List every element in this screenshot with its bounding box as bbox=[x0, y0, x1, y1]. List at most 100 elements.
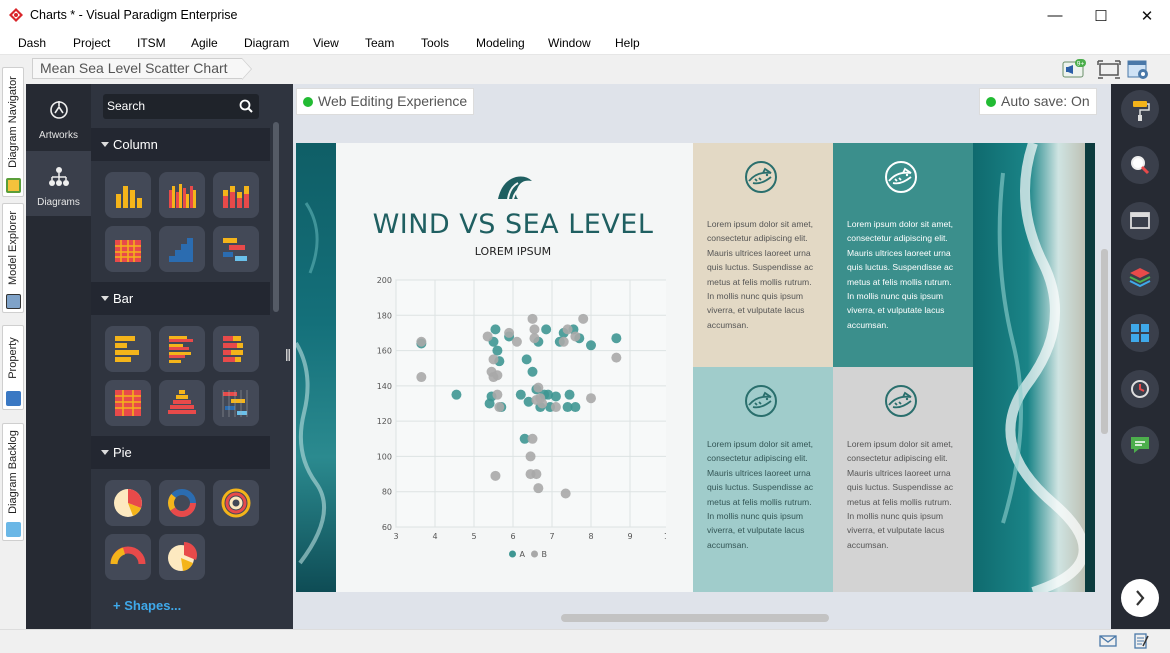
scatter-point-b bbox=[527, 313, 538, 324]
web-editing-badge[interactable]: Web Editing Experience bbox=[296, 88, 475, 115]
search-icon bbox=[239, 99, 253, 113]
section-column[interactable]: Column bbox=[91, 128, 270, 161]
window-button[interactable] bbox=[1121, 202, 1159, 240]
slide-subtitle: LOREM IPSUM bbox=[474, 245, 552, 258]
grouped-bar-chart-tile[interactable] bbox=[159, 326, 205, 372]
mail-icon[interactable] bbox=[1099, 634, 1117, 648]
lorem-text: Lorem ipsum dolor sit amet, consectetur … bbox=[847, 439, 954, 550]
scatter-point-a bbox=[586, 340, 596, 351]
palette-scrollbar[interactable] bbox=[273, 122, 279, 312]
shark-icon bbox=[745, 161, 777, 193]
stacked-column-chart-tile[interactable] bbox=[213, 172, 259, 218]
menu-window[interactable]: Window bbox=[548, 36, 591, 50]
scatter-point-a bbox=[515, 389, 526, 400]
scatter-point-b bbox=[531, 469, 542, 480]
grid-layout-button[interactable] bbox=[1121, 314, 1159, 352]
menu-help[interactable]: Help bbox=[615, 36, 640, 50]
y-tick-label: 160 bbox=[377, 347, 392, 356]
chat-icon bbox=[1131, 437, 1149, 453]
pie-chart-tile[interactable] bbox=[105, 480, 151, 526]
right-toolbar bbox=[1111, 84, 1170, 629]
tab-model-explorer[interactable]: Model Explorer bbox=[2, 203, 24, 313]
x-tick-label: 8 bbox=[588, 532, 593, 541]
scatter-point-b bbox=[586, 393, 596, 404]
tab-diagram-navigator[interactable]: Diagram Navigator bbox=[2, 67, 24, 197]
chevron-right-icon bbox=[1136, 590, 1145, 606]
semi-donut-chart-tile[interactable] bbox=[105, 534, 151, 580]
grouped-column-chart-tile[interactable] bbox=[159, 172, 205, 218]
scatter-point-b bbox=[611, 352, 622, 363]
window-icon bbox=[1130, 212, 1150, 229]
donut-chart-tile[interactable] bbox=[159, 480, 205, 526]
menu-team[interactable]: Team bbox=[365, 36, 394, 50]
status-bar bbox=[0, 629, 1170, 653]
scatter-point-a bbox=[611, 333, 622, 344]
palette-search-input[interactable]: Search bbox=[103, 94, 259, 119]
fit-icon[interactable] bbox=[1097, 59, 1121, 79]
history-icon bbox=[1131, 380, 1149, 398]
text-panel-top-left: Lorem ipsum dolor sit amet, consectetur … bbox=[693, 143, 833, 367]
tab-label: Diagram Navigator bbox=[7, 76, 19, 168]
exploded-pie-tile[interactable] bbox=[159, 534, 205, 580]
minimize-button[interactable]: — bbox=[1032, 0, 1078, 31]
menu-dash[interactable]: Dash bbox=[18, 36, 46, 50]
ocean-image-left bbox=[296, 143, 336, 592]
menu-view[interactable]: View bbox=[313, 36, 339, 50]
format-painter-button[interactable] bbox=[1121, 90, 1159, 128]
scatter-point-a bbox=[490, 324, 501, 335]
comments-button[interactable] bbox=[1121, 426, 1159, 464]
heatmap-bar-tile[interactable] bbox=[105, 380, 151, 426]
menu-itsm[interactable]: ITSM bbox=[137, 36, 166, 50]
heatmap-column-tile[interactable] bbox=[105, 226, 151, 272]
menu-agile[interactable]: Agile bbox=[191, 36, 218, 50]
scatter-point-b bbox=[511, 336, 522, 347]
step-column-tile[interactable] bbox=[159, 226, 205, 272]
x-tick-label: 3 bbox=[393, 532, 398, 541]
app-logo-icon bbox=[9, 8, 23, 22]
scatter-point-a bbox=[451, 389, 462, 400]
panel-splitter[interactable] bbox=[283, 84, 293, 629]
y-tick-label: 140 bbox=[377, 382, 392, 391]
menu-modeling[interactable]: Modeling bbox=[476, 36, 525, 50]
gantt-bar-tile[interactable] bbox=[213, 380, 259, 426]
tab-diagram-backlog[interactable]: Diagram Backlog bbox=[2, 423, 24, 541]
vertical-scrollbar[interactable] bbox=[1101, 249, 1108, 434]
notes-icon[interactable] bbox=[1133, 632, 1149, 650]
stacked-bar-chart-tile[interactable] bbox=[213, 326, 259, 372]
add-shapes-button[interactable]: + Shapes... bbox=[113, 598, 181, 613]
lorem-text: Lorem ipsum dolor sit amet, consectetur … bbox=[847, 219, 954, 330]
infographic-slide[interactable]: WIND VS SEA LEVEL LOREM IPSUM 3 4 5 6 7 8 9 10 6… bbox=[296, 143, 1095, 592]
maximize-button[interactable]: ☐ bbox=[1078, 0, 1124, 31]
scatter-point-b bbox=[550, 402, 561, 413]
search-placeholder: Search bbox=[107, 99, 146, 113]
section-pie[interactable]: Pie bbox=[91, 436, 270, 469]
close-button[interactable]: ✕ bbox=[1124, 0, 1170, 31]
gantt-column-tile[interactable] bbox=[213, 226, 259, 272]
nav-artworks[interactable]: Artworks bbox=[26, 84, 91, 149]
ocean-image-right bbox=[973, 143, 1095, 592]
legend-label: B bbox=[542, 550, 548, 559]
layers-button[interactable] bbox=[1121, 258, 1159, 296]
menu-project[interactable]: Project bbox=[73, 36, 110, 50]
nav-diagrams[interactable]: Diagrams bbox=[26, 151, 91, 216]
tab-property[interactable]: Property bbox=[2, 325, 24, 410]
ring-chart-tile[interactable] bbox=[213, 480, 259, 526]
auto-save-badge[interactable]: Auto save: On bbox=[979, 88, 1097, 115]
menu-diagram[interactable]: Diagram bbox=[244, 36, 289, 50]
y-tick-label: 80 bbox=[382, 488, 392, 497]
menu-tools[interactable]: Tools bbox=[421, 36, 449, 50]
scatter-chart: 3 4 5 6 7 8 9 10 60 80 100 120 140 160 180 200 A B bbox=[377, 276, 666, 559]
pyramid-bar-tile[interactable] bbox=[159, 380, 205, 426]
history-button[interactable] bbox=[1121, 370, 1159, 408]
zoom-button[interactable] bbox=[1121, 146, 1159, 184]
panel-icon[interactable] bbox=[1126, 59, 1150, 79]
next-chevron-button[interactable] bbox=[1121, 579, 1159, 617]
diagram-canvas[interactable]: Web Editing Experience Auto save: On WIN… bbox=[293, 84, 1111, 629]
column-chart-tile[interactable] bbox=[105, 172, 151, 218]
horizontal-scrollbar[interactable] bbox=[561, 614, 829, 622]
section-bar[interactable]: Bar bbox=[91, 282, 270, 315]
breadcrumb[interactable]: Mean Sea Level Scatter Chart bbox=[32, 58, 252, 80]
megaphone-icon[interactable]: 9+ bbox=[1062, 59, 1086, 79]
scatter-point-b bbox=[490, 470, 501, 481]
bar-chart-tile[interactable] bbox=[105, 326, 151, 372]
